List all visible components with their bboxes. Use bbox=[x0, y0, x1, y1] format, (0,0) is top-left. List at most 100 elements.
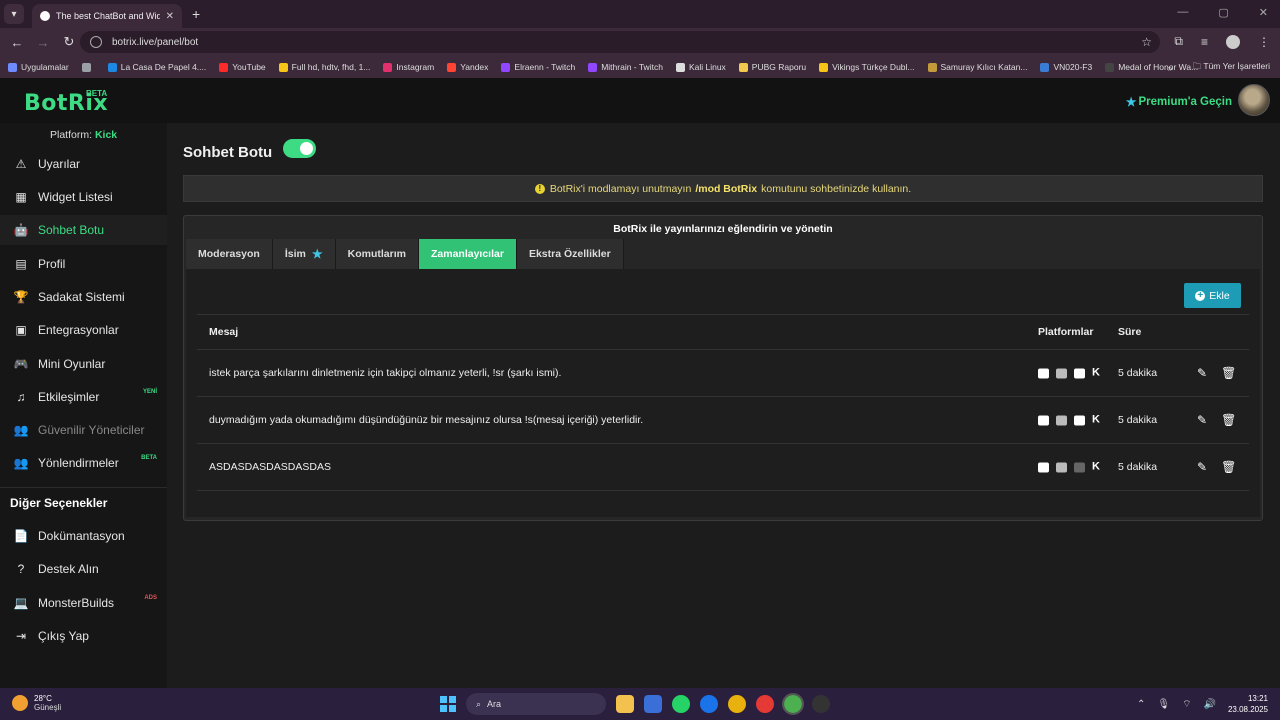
logout-icon: ⇥ bbox=[15, 629, 27, 643]
sidebar-item[interactable]: ⇥ Çıkış Yap bbox=[0, 621, 167, 651]
url-input[interactable]: botrix.live/panel/bot ☆ bbox=[80, 31, 1160, 53]
sidebar-item-label: Destek Alın bbox=[38, 562, 99, 576]
bookmark-item[interactable]: PUBG Raporu bbox=[738, 62, 806, 72]
sidebar-item[interactable]: ▦ Widget Listesi bbox=[0, 182, 167, 212]
bookmark-item[interactable]: Instagram bbox=[383, 62, 434, 72]
back-icon[interactable]: ← bbox=[8, 35, 26, 50]
bookmark-item[interactable]: VN020-F3 bbox=[1040, 62, 1092, 72]
tab-close-icon[interactable]: ✕ bbox=[166, 11, 174, 22]
bookmark-item[interactable]: Elraenn - Twitch bbox=[501, 62, 575, 72]
network-icon[interactable]: ⌔ bbox=[1182, 698, 1191, 711]
bot-enabled-toggle[interactable] bbox=[283, 139, 316, 158]
microphone-icon[interactable]: 🎙 bbox=[1157, 699, 1170, 710]
bookmark-item[interactable] bbox=[81, 62, 95, 72]
row-actions: ✎ 🗑 bbox=[1197, 413, 1236, 427]
table-row: ASDASDASDASDASDAS K 5 dakika ✎ 🗑 bbox=[197, 443, 1249, 490]
bookmark-item[interactable]: Mithrain - Twitch bbox=[588, 62, 663, 72]
profile-icon[interactable] bbox=[1226, 34, 1240, 49]
bookmark-item[interactable]: Vikings Türkçe Dubl... bbox=[819, 62, 915, 72]
close-window-icon[interactable]: ✕ bbox=[1259, 6, 1268, 19]
premium-link[interactable]: ★ Premium'a Geçin bbox=[1126, 95, 1232, 109]
reload-icon[interactable]: ↻ bbox=[60, 34, 78, 50]
bookmark-item[interactable]: Yandex bbox=[447, 62, 488, 72]
warning-icon: ⚠ bbox=[15, 157, 27, 171]
plus-circle-icon: + bbox=[1195, 290, 1206, 301]
minimize-icon[interactable]: — bbox=[1177, 6, 1188, 19]
tab-search-icon[interactable]: ▾ bbox=[4, 4, 24, 24]
add-timer-button[interactable]: + Ekle bbox=[1184, 283, 1241, 308]
trash-icon[interactable]: 🗑 bbox=[1221, 413, 1236, 427]
sidebar-item[interactable]: 🎮 Mini Oyunlar bbox=[0, 349, 167, 379]
table-bottom-border bbox=[197, 490, 1249, 491]
bot-panel: BotRix ile yayınlarınızı eğlendirin ve y… bbox=[183, 215, 1263, 521]
tray-chevron-icon[interactable]: ⌃ bbox=[1137, 699, 1145, 710]
notice-pre: BotRix'i modlamayı unutmayın bbox=[549, 182, 692, 195]
chrome-active-icon[interactable] bbox=[782, 693, 804, 715]
bookmark-item[interactable]: Uygulamalar bbox=[8, 62, 69, 72]
bookmark-icon bbox=[1105, 62, 1115, 72]
new-tab-icon[interactable]: + bbox=[192, 6, 200, 22]
tab-zamanlayicilar[interactable]: Zamanlayıcılar bbox=[418, 239, 517, 269]
sidebar: Platform: Kick Diğer Seçenekler ⚠ Uyarıla… bbox=[0, 123, 167, 688]
file-explorer-icon[interactable] bbox=[616, 695, 634, 713]
system-tray: ⌃ 🎙 ⌔ 🔊 13:21 23.08.2025 bbox=[1137, 693, 1268, 715]
volume-icon[interactable]: 🔊 bbox=[1204, 699, 1216, 710]
all-bookmarks-link[interactable]: 🗀 Tüm Yer İşaretleri bbox=[1193, 61, 1270, 75]
sidebar-item[interactable]: 👥 Yönlendirmeler BETA bbox=[0, 448, 167, 478]
sidebar-item[interactable]: 💻 MonsterBuilds ADS bbox=[0, 588, 167, 618]
edit-icon[interactable]: ✎ bbox=[1197, 413, 1207, 427]
table-row: duymadığım yada okumadığımı düşündüğünüz… bbox=[197, 396, 1249, 443]
header-platforms: Platformlar bbox=[1038, 326, 1094, 338]
maximize-icon[interactable]: ▢ bbox=[1218, 6, 1228, 19]
timer-message: istek parça şarkılarını dinletmeniz için… bbox=[209, 367, 562, 379]
sidebar-item[interactable]: 🤖 Sohbet Botu bbox=[0, 215, 167, 245]
edit-icon[interactable]: ✎ bbox=[1197, 366, 1207, 380]
chrome-icon[interactable] bbox=[728, 695, 746, 713]
bookmark-label: Kali Linux bbox=[688, 62, 726, 72]
trash-icon[interactable]: 🗑 bbox=[1221, 366, 1236, 380]
whatsapp-icon[interactable] bbox=[672, 695, 690, 713]
kick-bot-icon bbox=[1038, 462, 1049, 472]
browser-menu-icon[interactable]: ⋮ bbox=[1258, 35, 1270, 49]
bookmark-item[interactable]: Kali Linux bbox=[675, 62, 726, 72]
sidebar-item[interactable]: 🏆 Sadakat Sistemi bbox=[0, 282, 167, 312]
taskbar-search[interactable]: ⌕ Ara bbox=[466, 693, 606, 715]
trophy-icon: 🏆 bbox=[13, 290, 29, 304]
store-icon[interactable] bbox=[644, 695, 662, 713]
bookmark-item[interactable]: YouTube bbox=[219, 62, 266, 72]
mod-notice: ! BotRix'i modlamayı unutmayın /mod BotR… bbox=[183, 175, 1263, 202]
star-icon: ★ bbox=[1125, 95, 1137, 109]
sidebar-item[interactable]: ♫ Etkileşimler YENİ bbox=[0, 382, 167, 412]
edit-icon[interactable]: ✎ bbox=[1197, 460, 1207, 474]
bookmark-star-icon[interactable]: ☆ bbox=[1141, 35, 1152, 49]
sidebar-item-label: Dokümantasyon bbox=[38, 529, 125, 543]
bookmark-item[interactable]: La Casa De Papel 4.... bbox=[107, 62, 206, 72]
app-g-icon[interactable] bbox=[700, 695, 718, 713]
sidebar-item[interactable]: ▤ Profil bbox=[0, 249, 167, 279]
sidebar-item[interactable]: ⚠ Uyarılar bbox=[0, 149, 167, 179]
trash-icon[interactable]: 🗑 bbox=[1221, 460, 1236, 474]
app-dark-icon[interactable] bbox=[812, 695, 830, 713]
sidebar-item[interactable]: 👥 Güvenilir Yöneticiler bbox=[0, 415, 167, 445]
user-avatar[interactable] bbox=[1238, 84, 1270, 116]
sidebar-item[interactable]: 📄 Dokümantasyon bbox=[0, 521, 167, 551]
more-bookmarks-icon[interactable]: » bbox=[1168, 63, 1173, 73]
reading-list-icon[interactable]: ≡ bbox=[1201, 35, 1208, 49]
start-icon[interactable] bbox=[440, 696, 456, 712]
clock[interactable]: 13:21 23.08.2025 bbox=[1228, 693, 1268, 715]
tab-isim[interactable]: İsim ★ bbox=[272, 239, 336, 269]
weather-widget[interactable]: 28°C Güneşli bbox=[12, 694, 61, 712]
bookmark-item[interactable]: Full hd, hdtv, fhd, 1... bbox=[278, 62, 370, 72]
tab-ekstra-ozellikler[interactable]: Ekstra Özellikler bbox=[516, 239, 624, 269]
tab-moderasyon[interactable]: Moderasyon bbox=[186, 239, 273, 269]
bookmark-item[interactable]: Samuray Kılıcı Katan... bbox=[927, 62, 1027, 72]
sidebar-item[interactable]: ? Destek Alın bbox=[0, 554, 167, 584]
site-info-icon[interactable] bbox=[90, 36, 102, 48]
browser-tab[interactable]: The best ChatBot and Widgets f ✕ bbox=[32, 4, 182, 28]
extensions-icon[interactable]: ⧉ bbox=[1174, 34, 1183, 49]
sidebar-item[interactable]: ▣ Entegrasyonlar bbox=[0, 315, 167, 345]
tab-komutlarim[interactable]: Komutlarım bbox=[335, 239, 419, 269]
sidebar-badge: YENİ bbox=[142, 389, 157, 395]
music-app-icon[interactable] bbox=[756, 695, 774, 713]
forward-icon[interactable]: → bbox=[34, 35, 52, 50]
